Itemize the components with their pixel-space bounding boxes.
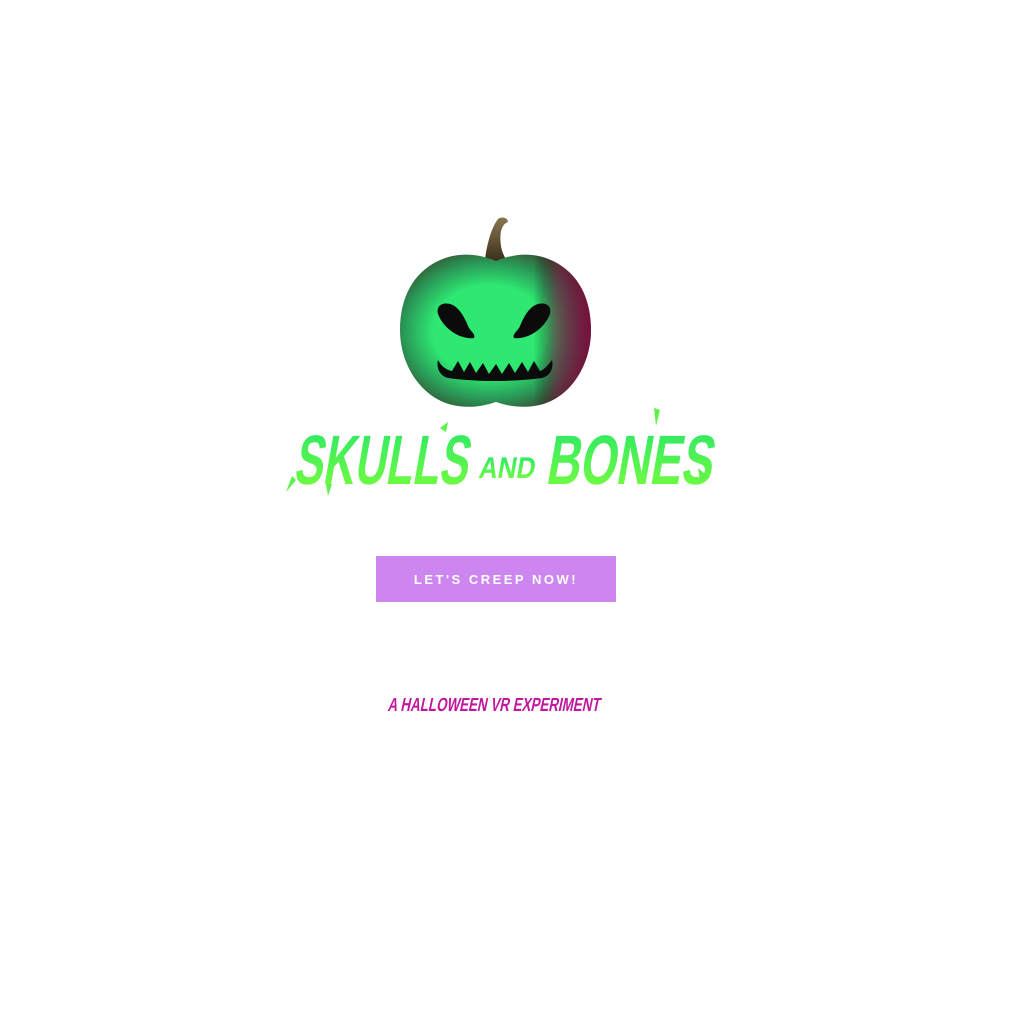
title-word-and: AND <box>477 452 539 485</box>
lets-creep-button[interactable]: LET'S CREEP NOW! <box>376 556 616 602</box>
title-word-bones: BONES <box>542 420 720 498</box>
tagline: A HALLOWEEN VR EXPERIMENT <box>386 695 603 716</box>
jack-o-lantern-icon <box>400 217 591 407</box>
title-word-skulls: SKULLS <box>290 420 478 498</box>
lets-creep-button-label: LET'S CREEP NOW! <box>413 571 579 587</box>
landing-page: SKULLS AND BONES LET'S CREEP NOW! A HALL… <box>0 0 1024 1024</box>
tagline-text: A HALLOWEEN VR EXPERIMENT <box>386 695 603 716</box>
site-title: SKULLS AND BONES <box>286 408 720 499</box>
